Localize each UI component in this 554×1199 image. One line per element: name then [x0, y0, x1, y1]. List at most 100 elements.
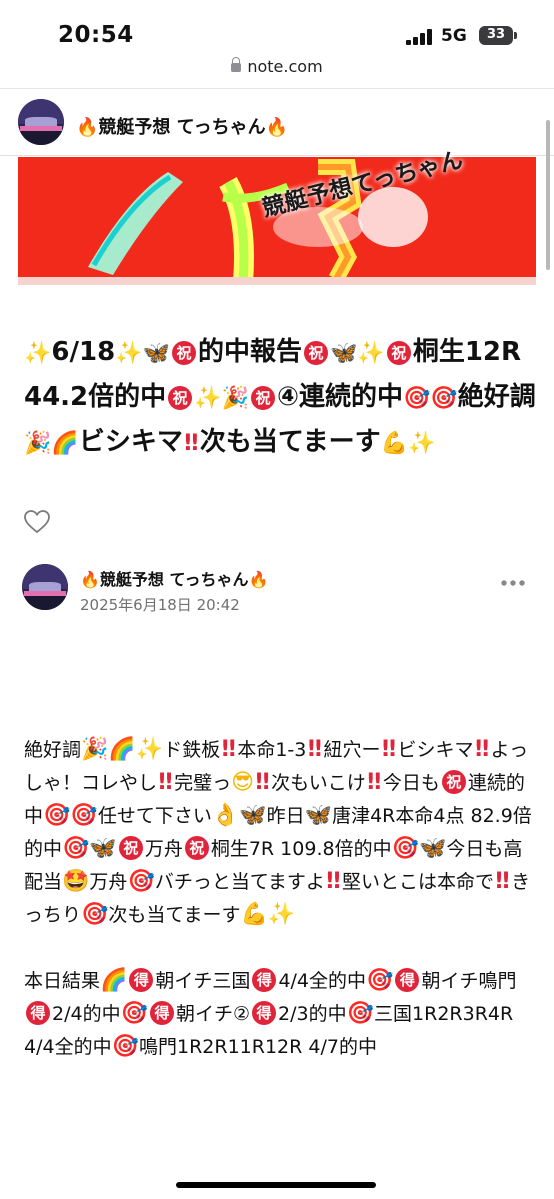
text-segment: 桐生7R 109.8倍的中	[210, 838, 392, 860]
text-segment: 鳴門1R2R11R12R 4/7的中	[139, 1036, 377, 1058]
spark-icon: ✨	[357, 341, 385, 366]
dart-icon: 🎯	[62, 836, 90, 861]
butterfly-icon: 🦋	[418, 836, 447, 861]
text-segment: 絶好調	[457, 382, 536, 412]
publish-date: 2025年6月18日 20:42	[80, 596, 240, 614]
ok-icon: 👌	[211, 803, 240, 828]
text-segment: 万舟	[89, 871, 128, 893]
creator-name[interactable]: 🔥競艇予想 てっちゃん🔥	[76, 113, 288, 139]
iwai-icon: 祝	[168, 386, 193, 410]
spark-icon: ✨	[194, 386, 222, 411]
spark-icon: ✨	[24, 341, 52, 366]
bang-icon: !!	[220, 737, 237, 762]
author-row: 🔥競艇予想 てっちゃん🔥 2025年6月18日 20:42	[0, 560, 554, 620]
star-icon: 🤩	[62, 869, 90, 894]
body-paragraph: 絶好調🎉🌈✨ド鉄板!! 本命1-3!! 紐穴ー!! ビシキマ!! よっしゃ！コレやし!!…	[24, 734, 532, 932]
bang-icon: !!	[365, 770, 383, 795]
text-segment: 次も当てまーす	[108, 904, 241, 926]
bang-icon: !!	[254, 770, 271, 795]
text-segment: 次も当てまーす	[199, 427, 381, 457]
text-segment: ビシキマ	[397, 739, 474, 761]
dart-icon: 🎯	[127, 869, 155, 894]
more-options-icon[interactable]	[501, 580, 525, 586]
rainbow-icon: 🌈	[108, 737, 136, 762]
spark-icon: ✨	[408, 431, 436, 456]
dart-icon: 🎯	[120, 1001, 148, 1026]
iwai-icon: 祝	[172, 341, 196, 365]
banner-artwork	[18, 157, 536, 285]
spark-icon: ✨	[267, 902, 296, 927]
lock-icon	[231, 57, 242, 72]
dart-icon: 🎯	[346, 1001, 375, 1026]
text-segment: バチっと当てますよ	[154, 871, 325, 893]
dart-icon: 🎯	[402, 386, 431, 411]
butterfly-icon: 🦋	[330, 341, 358, 366]
signal-icon	[406, 29, 432, 45]
text-segment: 絶好調	[24, 739, 82, 761]
text-segment: 堅いとこは本命で	[341, 871, 494, 893]
home-indicator[interactable]	[176, 1182, 376, 1188]
text-segment: 完璧っ	[174, 772, 232, 794]
muscle-icon: 💪	[240, 902, 268, 927]
text-segment: 任せて下さい	[97, 805, 212, 827]
author-name[interactable]: 🔥競艇予想 てっちゃん🔥	[80, 566, 268, 590]
dart-icon: 🎯	[70, 803, 98, 828]
toku-icon: 得	[129, 968, 154, 992]
bang-icon: !!	[182, 431, 200, 456]
spark-icon: ✨	[115, 341, 143, 366]
text-segment: 紐穴ー	[323, 739, 381, 761]
butterfly-icon: 🦋	[89, 836, 117, 861]
bang-icon: !!	[380, 737, 397, 762]
text-segment: ド鉄板	[163, 739, 221, 761]
toku-icon: 得	[395, 968, 420, 992]
header-banner-image	[18, 157, 536, 285]
text-segment: 2/3的中	[278, 1003, 347, 1025]
text-segment: 朝イチ②	[176, 1003, 251, 1025]
creator-header[interactable]: 🔥競艇予想 てっちゃん🔥	[0, 89, 554, 155]
dart-icon: 🎯	[111, 1034, 139, 1059]
toku-icon: 得	[252, 1001, 277, 1025]
bang-icon: !!	[306, 737, 323, 762]
text-segment: 朝イチ鳴門	[421, 970, 517, 992]
dart-icon: 🎯	[81, 902, 109, 927]
heart-icon[interactable]	[24, 510, 50, 534]
text-segment: 6/18	[51, 337, 116, 367]
dart-icon: 🎯	[391, 836, 419, 861]
dart-icon: 🎯	[43, 803, 71, 828]
rainbow-icon: 🌈	[100, 968, 128, 993]
iwai-icon: 祝	[118, 836, 143, 860]
author-avatar[interactable]	[22, 564, 68, 610]
bang-icon: !!	[494, 869, 511, 894]
iwai-icon: 祝	[441, 770, 466, 794]
dart-icon: 🎯	[430, 386, 458, 411]
scrollbar[interactable]	[546, 120, 550, 270]
iwai-icon: 祝	[304, 341, 329, 365]
url-text: note.com	[247, 57, 323, 76]
text-segment: 朝イチ三国	[155, 970, 251, 992]
toku-icon: 得	[252, 968, 277, 992]
toku-icon: 得	[26, 1001, 50, 1025]
rainbow-icon: 🌈	[51, 431, 79, 456]
battery-icon: 33	[479, 26, 513, 45]
address-bar[interactable]: note.com	[0, 57, 554, 85]
battery-tip	[514, 32, 517, 39]
text-segment: 本日結果	[24, 970, 101, 992]
status-bar: 20:54 5G 33	[0, 0, 554, 62]
cool-icon: 😎	[231, 770, 255, 795]
bang-icon: !!	[473, 737, 491, 762]
dart-icon: 🎯	[366, 968, 394, 993]
article-body: 絶好調🎉🌈✨ド鉄板!! 本命1-3!! 紐穴ー!! ビシキマ!! よっしゃ！コレやし!!…	[24, 734, 532, 1064]
text-segment: 的中報告	[198, 337, 303, 367]
party-icon: 🎉	[24, 431, 52, 456]
iwai-icon: 祝	[386, 341, 411, 365]
text-segment: ビシキマ	[78, 427, 183, 457]
clock: 20:54	[58, 22, 134, 48]
battery-level: 33	[486, 27, 506, 42]
text-segment: 本命1-3	[237, 739, 307, 761]
divider	[0, 155, 554, 156]
text-segment: 2/4的中	[52, 1003, 121, 1025]
text-segment: 4/4全的中	[278, 970, 367, 992]
creator-avatar[interactable]	[18, 99, 64, 145]
party-icon: 🎉	[81, 737, 109, 762]
spark-icon: ✨	[135, 737, 164, 762]
